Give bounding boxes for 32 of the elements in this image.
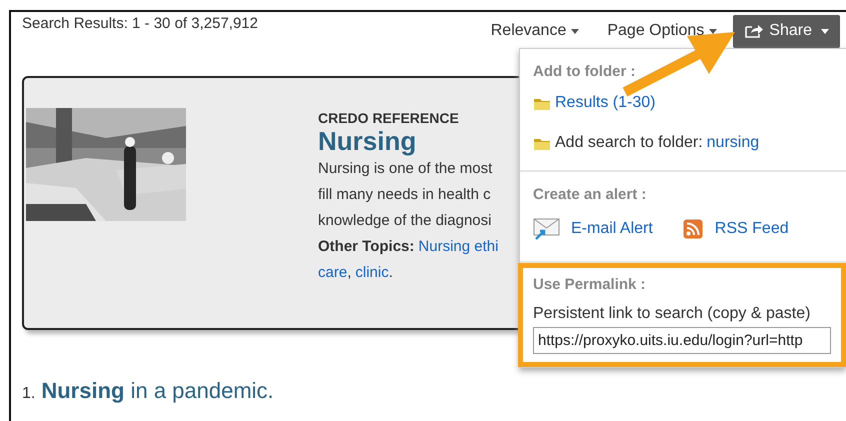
caret-icon (571, 28, 580, 34)
topic-link[interactable]: clinic (355, 260, 389, 286)
summary-line: Nursing is one of the most (318, 159, 494, 179)
share-button[interactable]: Share (733, 14, 840, 48)
dropdown-button[interactable]: Relevance (478, 14, 592, 48)
permalink-field[interactable]: https://proxyko.uits.iu.edu/login?url=http (533, 327, 831, 354)
rss-feed-link[interactable]: RSS Feed (714, 220, 789, 238)
source-label: CREDO REFERENCE (318, 110, 460, 126)
rss-icon (682, 219, 703, 239)
search-term-link[interactable]: nursing (706, 134, 760, 152)
email-alert-link[interactable]: E-mail Alert (571, 220, 653, 238)
section-heading: Create an alert : (533, 186, 648, 203)
punctuation: , (347, 263, 352, 283)
topics-label: Other Topics: (318, 237, 414, 257)
summary-line: knowledge of the diagnosi (318, 211, 492, 231)
result-title[interactable]: Nursing in a pandemic. (41, 378, 274, 404)
summary-line: fill many needs in health c (318, 185, 492, 205)
article-title[interactable]: Nursing (318, 126, 498, 156)
share-icon (744, 23, 764, 39)
dropdown-button[interactable]: Page Options (595, 14, 730, 48)
menu-text: Add search to folder: (555, 134, 703, 152)
field-label: Persistent link to search (copy & paste) (533, 305, 812, 323)
topic-link[interactable]: care (318, 260, 348, 286)
folder-link[interactable]: Results (1-30) (555, 94, 656, 112)
punctuation: . (388, 263, 393, 283)
section-heading: Use Permalink : (533, 276, 647, 293)
topic-link[interactable]: Nursing ethi (418, 234, 498, 260)
caret-icon (821, 28, 829, 34)
result-number: 1. (22, 385, 36, 403)
section-heading: Add to folder : (533, 63, 636, 80)
results-count: Search Results: 1 - 30 of 3,257,912 (22, 15, 258, 32)
envelope-icon (533, 217, 561, 241)
